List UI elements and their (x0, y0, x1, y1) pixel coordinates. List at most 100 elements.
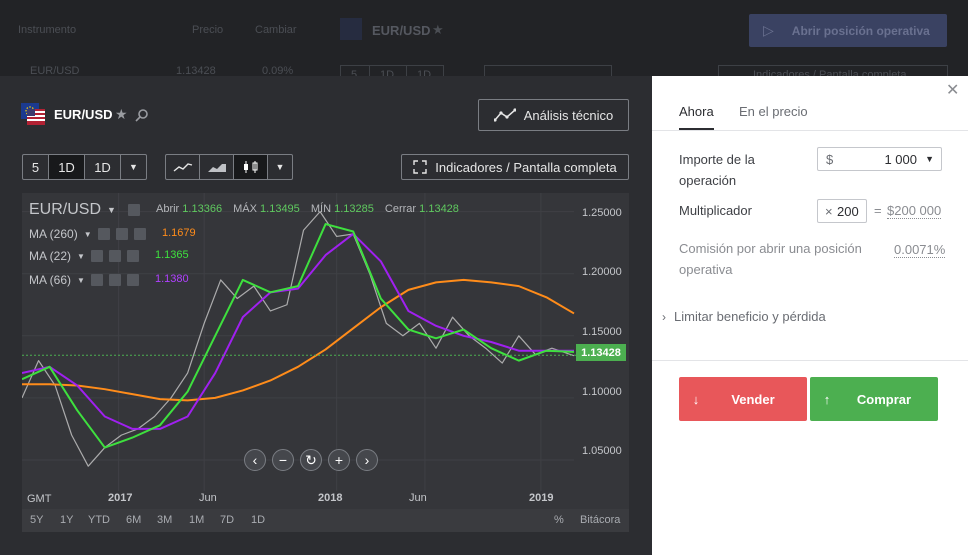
limit-label: Limitar beneficio y pérdida (674, 309, 826, 324)
bg-open-position-label: Abrir posición operativa (791, 23, 930, 38)
limit-profit-loss-toggle[interactable]: › Limitar beneficio y pérdida (662, 309, 826, 324)
chart-type-area[interactable] (200, 155, 234, 179)
us-eu-flag-icon (21, 103, 45, 125)
buy-button[interactable]: ↑ Comprar (810, 377, 938, 421)
range-6m[interactable]: 6M (126, 514, 141, 526)
ma-22-value: 1.1365 (155, 249, 189, 261)
settings-icon[interactable] (108, 274, 121, 286)
caret-down-icon: ▼ (129, 162, 138, 172)
current-price-label: 1.13428 (576, 344, 626, 361)
sell-label: Vender (731, 391, 775, 407)
arrow-up-icon: ↑ (823, 391, 831, 407)
multiplier-input[interactable]: × 200 (817, 199, 867, 223)
settings-icon[interactable] (115, 228, 128, 240)
favorite-star-icon[interactable]: ★ (115, 106, 128, 123)
x-tick-label: 2019 (529, 492, 554, 504)
candlestick-icon (243, 161, 257, 173)
chart-type-candles[interactable] (234, 155, 268, 179)
indicators-fullscreen-button[interactable]: Indicadores / Pantalla completa (401, 154, 629, 180)
chart-type-group: ▼ (165, 154, 293, 180)
range-bar (22, 509, 629, 532)
close-icon[interactable] (126, 274, 139, 286)
bg-open-position-button: ▷ Abrir posición operativa (749, 14, 947, 47)
instrument-title: EUR/USD (54, 107, 113, 122)
timeframe-1d-interval[interactable]: 1D (49, 155, 85, 179)
ma-260-value: 1.1679 (162, 227, 196, 239)
timeframe-5[interactable]: 5 (23, 155, 49, 179)
chevron-left-icon: ‹ (252, 452, 258, 468)
range-1y[interactable]: 1Y (60, 514, 73, 526)
equals-sign: = (874, 203, 882, 218)
line-chart-icon (173, 163, 192, 172)
settings-icon[interactable] (108, 250, 121, 262)
multiply-icon: × (825, 204, 833, 219)
zoom-in-button[interactable]: + (328, 449, 350, 471)
chart-type-line[interactable] (166, 155, 200, 179)
bg-star-icon: ★ (432, 22, 444, 37)
y-tick-label: 1.25000 (582, 207, 622, 219)
log-scale-toggle[interactable]: Bitácora (580, 514, 620, 526)
caret-down-icon: ▼ (275, 162, 285, 172)
zoom-out-button[interactable]: − (272, 449, 294, 471)
indicators-fullscreen-label: Indicadores / Pantalla completa (435, 159, 617, 175)
bg-list-header-change: Cambiar (255, 24, 297, 36)
minus-icon: − (278, 452, 288, 468)
amount-select[interactable]: $ 1 000 ▼ (817, 147, 942, 171)
range-ytd[interactable]: YTD (88, 514, 110, 526)
series-line-ma-66- (22, 232, 574, 430)
tab-now[interactable]: Ahora (679, 104, 714, 119)
indicator-ma-22[interactable]: MA (22) ▼ (29, 249, 139, 263)
range-7d[interactable]: 7D (220, 514, 234, 526)
bg-list-header-instrument: Instrumento (18, 24, 77, 36)
visibility-icon[interactable] (97, 228, 110, 240)
price-chart (22, 193, 576, 491)
divider (652, 130, 968, 131)
timezone-label: GMT (27, 493, 52, 505)
tab-at-price[interactable]: En el precio (739, 104, 808, 119)
range-1d[interactable]: 1D (251, 514, 265, 526)
settings-icon[interactable] (127, 204, 140, 216)
y-tick-label: 1.10000 (582, 386, 622, 398)
y-tick-label: 1.05000 (582, 445, 622, 457)
visibility-icon[interactable] (90, 274, 103, 286)
indicator-ma-66[interactable]: MA (66) ▼ (29, 273, 139, 287)
close-icon[interactable]: ✕ (946, 80, 959, 100)
scroll-right-button[interactable]: › (356, 449, 378, 471)
amount-value: 1 000 (884, 152, 917, 167)
multiplier-result: $200 000 (887, 203, 942, 219)
technical-analysis-button[interactable]: Análisis técnico (478, 99, 629, 131)
refresh-icon: ↻ (305, 451, 317, 468)
plus-icon: + (334, 452, 344, 468)
y-tick-label: 1.15000 (582, 326, 622, 338)
divider (652, 360, 968, 361)
chart-type-dropdown[interactable]: ▼ (268, 155, 292, 179)
timeframe-dropdown[interactable]: ▼ (121, 155, 146, 179)
chart-symbol-label: EUR/USD (29, 201, 102, 218)
commission-label: Comisión por abrir una posición operativ… (679, 241, 862, 277)
close-icon[interactable] (126, 250, 139, 262)
close-icon[interactable] (133, 228, 146, 240)
visibility-icon[interactable] (90, 250, 103, 262)
multiplier-value: 200 (837, 204, 859, 219)
range-5y[interactable]: 5Y (30, 514, 43, 526)
scroll-left-button[interactable]: ‹ (244, 449, 266, 471)
x-tick-label: 2018 (318, 492, 343, 504)
reset-zoom-button[interactable]: ↻ (300, 449, 322, 471)
x-tick-label: 2017 (108, 492, 133, 504)
caret-down-icon: ▼ (107, 205, 116, 215)
area-chart-icon (207, 164, 226, 172)
percent-toggle[interactable]: % (554, 514, 564, 526)
timeframe-1d-period[interactable]: 1D (85, 155, 121, 179)
chevron-right-icon: › (364, 452, 370, 468)
range-1m[interactable]: 1M (189, 514, 204, 526)
bg-play-icon: ▷ (763, 22, 774, 38)
buy-label: Comprar (856, 391, 912, 407)
indicator-ma-260[interactable]: MA (260) ▼ (29, 227, 146, 241)
timeframe-group: 5 1D 1D ▼ (22, 154, 147, 180)
range-3m[interactable]: 3M (157, 514, 172, 526)
technical-analysis-label: Análisis técnico (523, 107, 614, 123)
search-icon[interactable] (135, 108, 149, 122)
bg-list-header-price: Precio (192, 24, 224, 36)
sell-button[interactable]: ↓ Vender (679, 377, 807, 421)
symbol-selector[interactable]: EUR/USD ▼ (29, 201, 140, 219)
